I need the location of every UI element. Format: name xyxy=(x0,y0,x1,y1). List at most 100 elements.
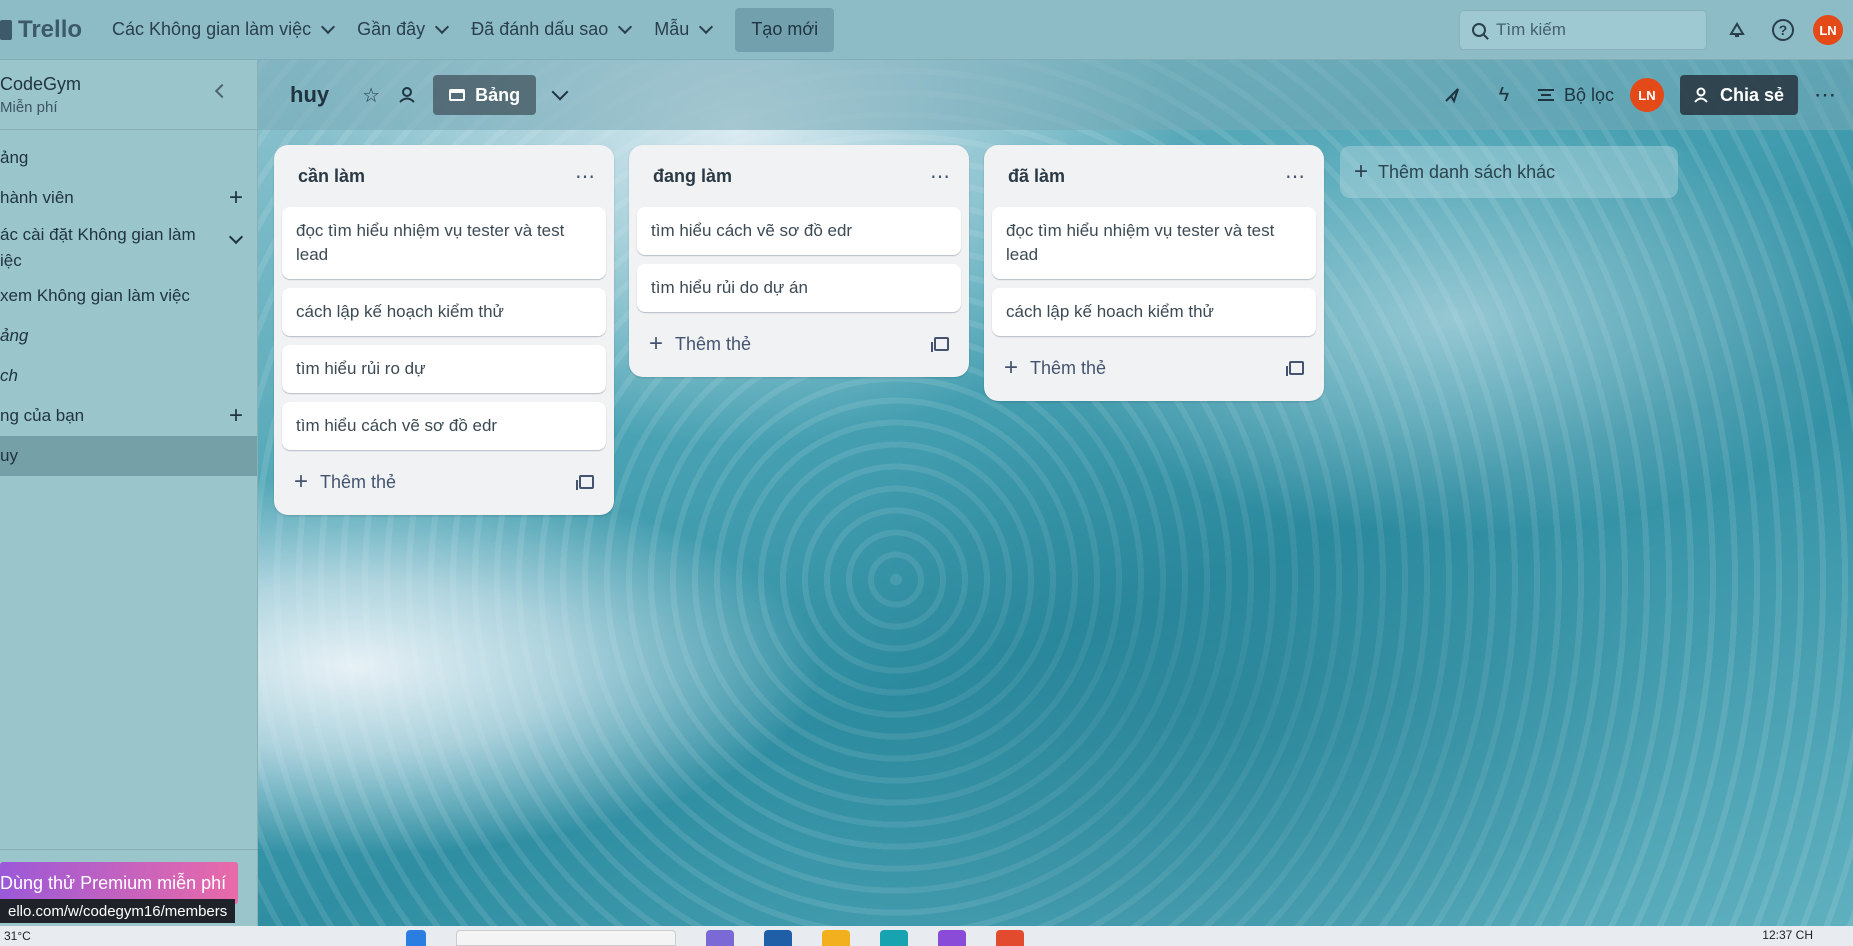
weather-temp: 31°C xyxy=(4,929,31,943)
chrome-icon[interactable] xyxy=(996,930,1024,946)
add-list-label: Thêm danh sách khác xyxy=(1378,161,1556,182)
os-taskbar: 31°C 12:37 CH xyxy=(0,926,1853,946)
workspace-header: CodeGym Miễn phí xyxy=(0,60,257,130)
card-template-icon[interactable] xyxy=(576,475,594,490)
board-view-label: Bảng xyxy=(475,84,521,105)
clock: 12:37 CH xyxy=(1762,928,1813,942)
add-card-button[interactable]: + Thêm thẻ xyxy=(637,321,961,367)
sidebar-item-label: hành viên xyxy=(0,188,74,207)
nav-recent[interactable]: Gần đây xyxy=(345,10,459,50)
add-member-icon[interactable]: + xyxy=(229,184,243,212)
trello-logo-icon xyxy=(0,19,12,40)
filter-label: Bộ lọc xyxy=(1563,84,1614,105)
card[interactable]: cách lập kế hoach kiểm thử xyxy=(992,288,1316,336)
sidebar-item-board-huy[interactable]: uy xyxy=(0,436,257,476)
try-premium-button[interactable]: Dùng thử Premium miễn phí xyxy=(0,862,238,904)
card-template-icon[interactable] xyxy=(1286,361,1304,376)
card[interactable]: đọc tìm hiểu nhiệm vụ tester và test lea… xyxy=(282,207,606,279)
add-card-label: Thêm thẻ xyxy=(675,333,752,354)
nav-recent-label: Gần đây xyxy=(357,19,426,39)
sidebar-item-label: uy xyxy=(0,446,18,465)
nav-starred[interactable]: Đã đánh dấu sao xyxy=(459,10,642,50)
help-button[interactable]: ? xyxy=(1767,14,1799,46)
sidebar-item-label: ng của bạn xyxy=(0,406,85,425)
sidebar-item-boards[interactable]: ảng xyxy=(0,138,257,178)
notifications-button[interactable] xyxy=(1721,14,1753,46)
share-button[interactable]: Chia sẻ xyxy=(1679,75,1798,115)
star-board-button[interactable]: ☆ xyxy=(353,77,389,113)
list-title[interactable]: cần làm xyxy=(298,166,365,187)
sidebar-item-workspace-views: xem Không gian làm việc xyxy=(0,276,257,316)
chevron-down-icon xyxy=(321,19,336,34)
add-list-button[interactable]: + Thêm danh sách khác xyxy=(1340,146,1678,198)
sidebar-item-table-view[interactable]: ảng xyxy=(0,316,257,356)
card[interactable]: đọc tìm hiểu nhiệm vụ tester và test lea… xyxy=(992,207,1316,279)
list-header[interactable]: cần làm ⋯ xyxy=(282,145,606,207)
notification-bell-icon xyxy=(1729,22,1745,37)
taskbar-search-box[interactable] xyxy=(456,930,676,946)
edge-icon[interactable] xyxy=(880,930,908,946)
taskbar-app-icon[interactable] xyxy=(764,930,792,946)
plus-icon: + xyxy=(1354,158,1369,185)
rocket-icon xyxy=(1445,88,1459,104)
visibility-button[interactable] xyxy=(389,77,425,113)
logo-text: Trello xyxy=(18,15,83,43)
power-ups-button[interactable] xyxy=(1434,77,1470,113)
list-header[interactable]: đang làm ⋯ xyxy=(637,145,961,207)
card[interactable]: tìm hiểu rủi ro dự xyxy=(282,345,606,393)
folder-icon[interactable] xyxy=(822,930,850,946)
create-button[interactable]: Tạo mới xyxy=(735,7,835,52)
sidebar-item-your-boards: ng của bạn + xyxy=(0,396,257,436)
sidebar-item-label-cont: iệc xyxy=(0,251,22,270)
lightning-icon: ϟ xyxy=(1498,83,1510,106)
add-card-button[interactable]: + Thêm thẻ xyxy=(282,459,606,505)
user-avatar[interactable]: LN xyxy=(1813,15,1843,45)
nav-templates[interactable]: Mẫu xyxy=(642,10,723,50)
more-options-icon[interactable]: ⋯ xyxy=(1814,82,1837,108)
list-actions-icon[interactable]: ⋯ xyxy=(575,164,596,189)
start-icon[interactable] xyxy=(406,930,426,946)
sidebar-item-members[interactable]: hành viên + xyxy=(0,178,257,218)
nav-starred-label: Đã đánh dấu sao xyxy=(471,19,609,39)
visual-studio-icon[interactable] xyxy=(938,930,966,946)
nav-workspaces[interactable]: Các Không gian làm việc xyxy=(100,10,345,50)
list-actions-icon[interactable]: ⋯ xyxy=(1285,164,1306,189)
list-title[interactable]: đang làm xyxy=(653,166,732,187)
sidebar-item-calendar-view[interactable]: ch xyxy=(0,356,257,396)
board-member-avatar[interactable]: LN xyxy=(1629,78,1664,112)
list-header[interactable]: đã làm ⋯ xyxy=(992,145,1316,207)
chevron-down-icon xyxy=(699,19,714,34)
board-view-button[interactable]: Bảng xyxy=(433,75,537,115)
search-placeholder: Tìm kiếm xyxy=(1496,20,1566,39)
add-card-button[interactable]: + Thêm thẻ xyxy=(992,345,1316,391)
filter-icon xyxy=(1537,89,1554,101)
views-dropdown-icon[interactable] xyxy=(551,83,569,101)
plus-icon: + xyxy=(1004,354,1019,381)
add-card-label: Thêm thẻ xyxy=(320,471,397,492)
chevron-down-icon xyxy=(228,229,244,245)
board-title[interactable]: huy xyxy=(290,82,329,108)
search-input[interactable]: Tìm kiếm xyxy=(1459,10,1707,50)
sidebar-item-label: ch xyxy=(0,366,18,385)
add-board-icon[interactable]: + xyxy=(229,402,243,430)
trello-logo[interactable]: Trello xyxy=(0,16,82,44)
card[interactable]: tìm hiểu rủi do dự án xyxy=(637,264,961,312)
card-template-icon[interactable] xyxy=(931,337,949,352)
list-title[interactable]: đã làm xyxy=(1008,166,1065,187)
chevron-down-icon xyxy=(618,19,633,34)
workspace-plan: Miễn phí xyxy=(0,99,58,116)
plus-icon: + xyxy=(294,468,309,495)
sidebar-item-workspace-settings[interactable]: ác cài đặt Không gian làm iệc xyxy=(0,218,257,276)
filter-button[interactable]: Bộ lọc xyxy=(1537,84,1614,106)
star-icon: ☆ xyxy=(362,84,381,107)
card[interactable]: tìm hiểu cách vẽ sơ đồ edr xyxy=(637,207,961,255)
card[interactable]: tìm hiểu cách vẽ sơ đồ edr xyxy=(282,402,606,450)
card[interactable]: cách lập kế hoạch kiểm thử xyxy=(282,288,606,336)
automation-button[interactable]: ϟ xyxy=(1486,77,1522,113)
sidebar-item-label: ác cài đặt Không gian làm xyxy=(0,225,196,244)
sidebar-item-label: xem Không gian làm việc xyxy=(0,286,190,305)
list-actions-icon[interactable]: ⋯ xyxy=(930,164,951,189)
taskbar-app-icon[interactable] xyxy=(706,930,734,946)
taskbar-apps xyxy=(406,930,1024,946)
chevron-down-icon xyxy=(435,19,450,34)
